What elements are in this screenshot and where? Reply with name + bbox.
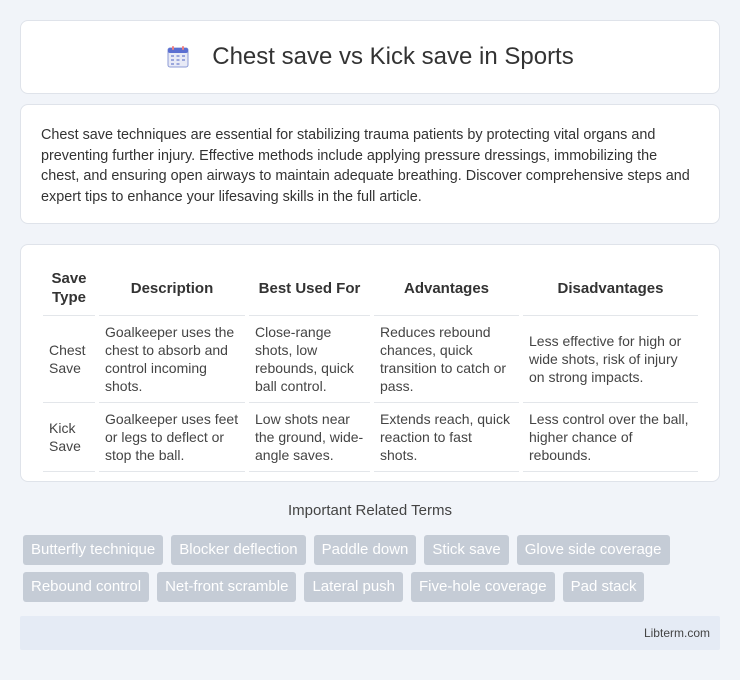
cell-description: Goalkeeper uses the chest to absorb and … xyxy=(95,315,247,403)
tag-lateral-push[interactable]: Lateral push xyxy=(304,572,404,602)
header-save-type: Save Type xyxy=(43,265,97,316)
table-row: Chest Save Goalkeeper uses the chest to … xyxy=(43,315,698,403)
cell-save-type: Chest Save xyxy=(43,315,97,403)
table-row: Kick Save Goalkeeper uses feet or legs t… xyxy=(43,402,698,472)
cell-save-type: Kick Save xyxy=(43,402,97,472)
tag-five-hole-coverage[interactable]: Five-hole coverage xyxy=(411,572,555,602)
cell-advantages: Reduces rebound chances, quick transitio… xyxy=(370,315,521,403)
comparison-table: Save Type Description Best Used For Adva… xyxy=(43,265,698,472)
footer-site-link[interactable]: Libterm.com xyxy=(644,626,710,640)
footer: Libterm.com xyxy=(20,616,720,650)
tag-row: Butterfly technique Blocker deflection P… xyxy=(23,535,723,565)
tag-net-front-scramble[interactable]: Net-front scramble xyxy=(157,572,297,602)
comparison-table-card: Save Type Description Best Used For Adva… xyxy=(20,244,720,482)
cell-disadvantages: Less effective for high or wide shots, r… xyxy=(519,315,698,403)
tag-paddle-down[interactable]: Paddle down xyxy=(313,535,417,565)
tag-glove-side-coverage[interactable]: Glove side coverage xyxy=(516,535,670,565)
tag-butterfly-technique[interactable]: Butterfly technique xyxy=(23,535,164,565)
cell-disadvantages: Less control over the ball, higher chanc… xyxy=(519,402,698,472)
tag-stick-save[interactable]: Stick save xyxy=(424,535,509,565)
tag-row: Rebound control Net-front scramble Later… xyxy=(23,572,723,602)
tag-blocker-deflection[interactable]: Blocker deflection xyxy=(171,535,306,565)
cell-advantages: Extends reach, quick reaction to fast sh… xyxy=(370,402,521,472)
page-title: Chest save vs Kick save in Sports xyxy=(212,43,574,70)
header-disadvantages: Disadvantages xyxy=(519,265,698,316)
intro-card: Chest save techniques are essential for … xyxy=(20,104,720,224)
header-best-used-for: Best Used For xyxy=(245,265,372,316)
table-header-row: Save Type Description Best Used For Adva… xyxy=(43,265,698,316)
header-card: Chest save vs Kick save in Sports xyxy=(20,20,720,94)
header-advantages: Advantages xyxy=(370,265,521,316)
header-description: Description xyxy=(95,265,247,316)
related-terms-title: Important Related Terms xyxy=(288,502,452,519)
tag-pad-stack[interactable]: Pad stack xyxy=(562,572,645,602)
intro-text: Chest save techniques are essential for … xyxy=(41,127,690,205)
related-terms-tags: Butterfly technique Blocker deflection P… xyxy=(23,535,723,609)
header-title-wrap: Chest save vs Kick save in Sports xyxy=(166,43,574,71)
cell-best-used-for: Close-range shots, low rebounds, quick b… xyxy=(245,315,372,403)
cell-description: Goalkeeper uses feet or legs to deflect … xyxy=(95,402,247,472)
tag-rebound-control[interactable]: Rebound control xyxy=(23,572,150,602)
cell-best-used-for: Low shots near the ground, wide-angle sa… xyxy=(245,402,372,472)
calendar-icon xyxy=(166,45,190,69)
